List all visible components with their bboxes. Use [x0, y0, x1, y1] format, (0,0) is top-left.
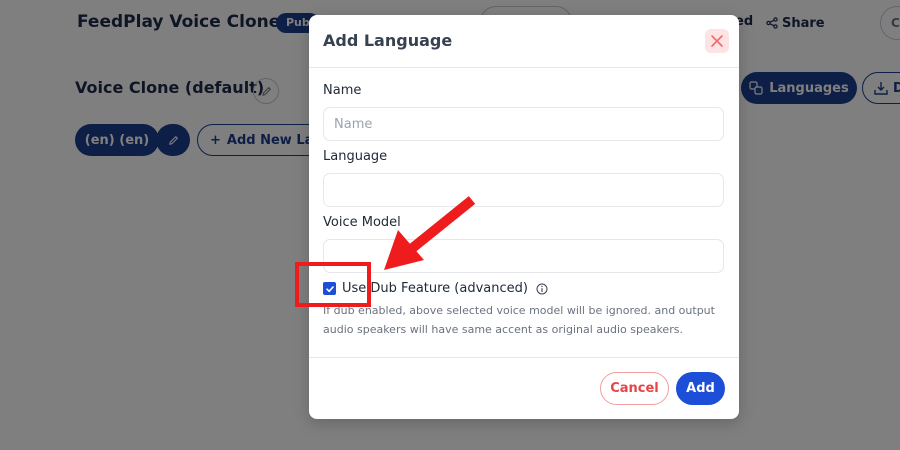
language-label: Language	[323, 149, 388, 164]
cancel-button[interactable]: Cancel	[600, 372, 669, 405]
header-divider	[309, 67, 739, 68]
add-language-modal: Add Language Name Language Voice Model U…	[309, 15, 739, 419]
close-icon	[711, 35, 723, 47]
dub-help-text: If dub enabled, above selected voice mod…	[323, 304, 715, 336]
modal-title: Add Language	[323, 31, 453, 50]
close-button[interactable]	[705, 29, 729, 53]
name-label: Name	[323, 83, 362, 98]
name-input[interactable]	[323, 107, 724, 141]
info-icon[interactable]	[536, 283, 548, 295]
footer-divider	[309, 357, 739, 358]
annotation-arrow-icon	[384, 196, 476, 270]
add-button[interactable]: Add	[676, 372, 725, 405]
annotation-highlight-box	[295, 262, 371, 307]
